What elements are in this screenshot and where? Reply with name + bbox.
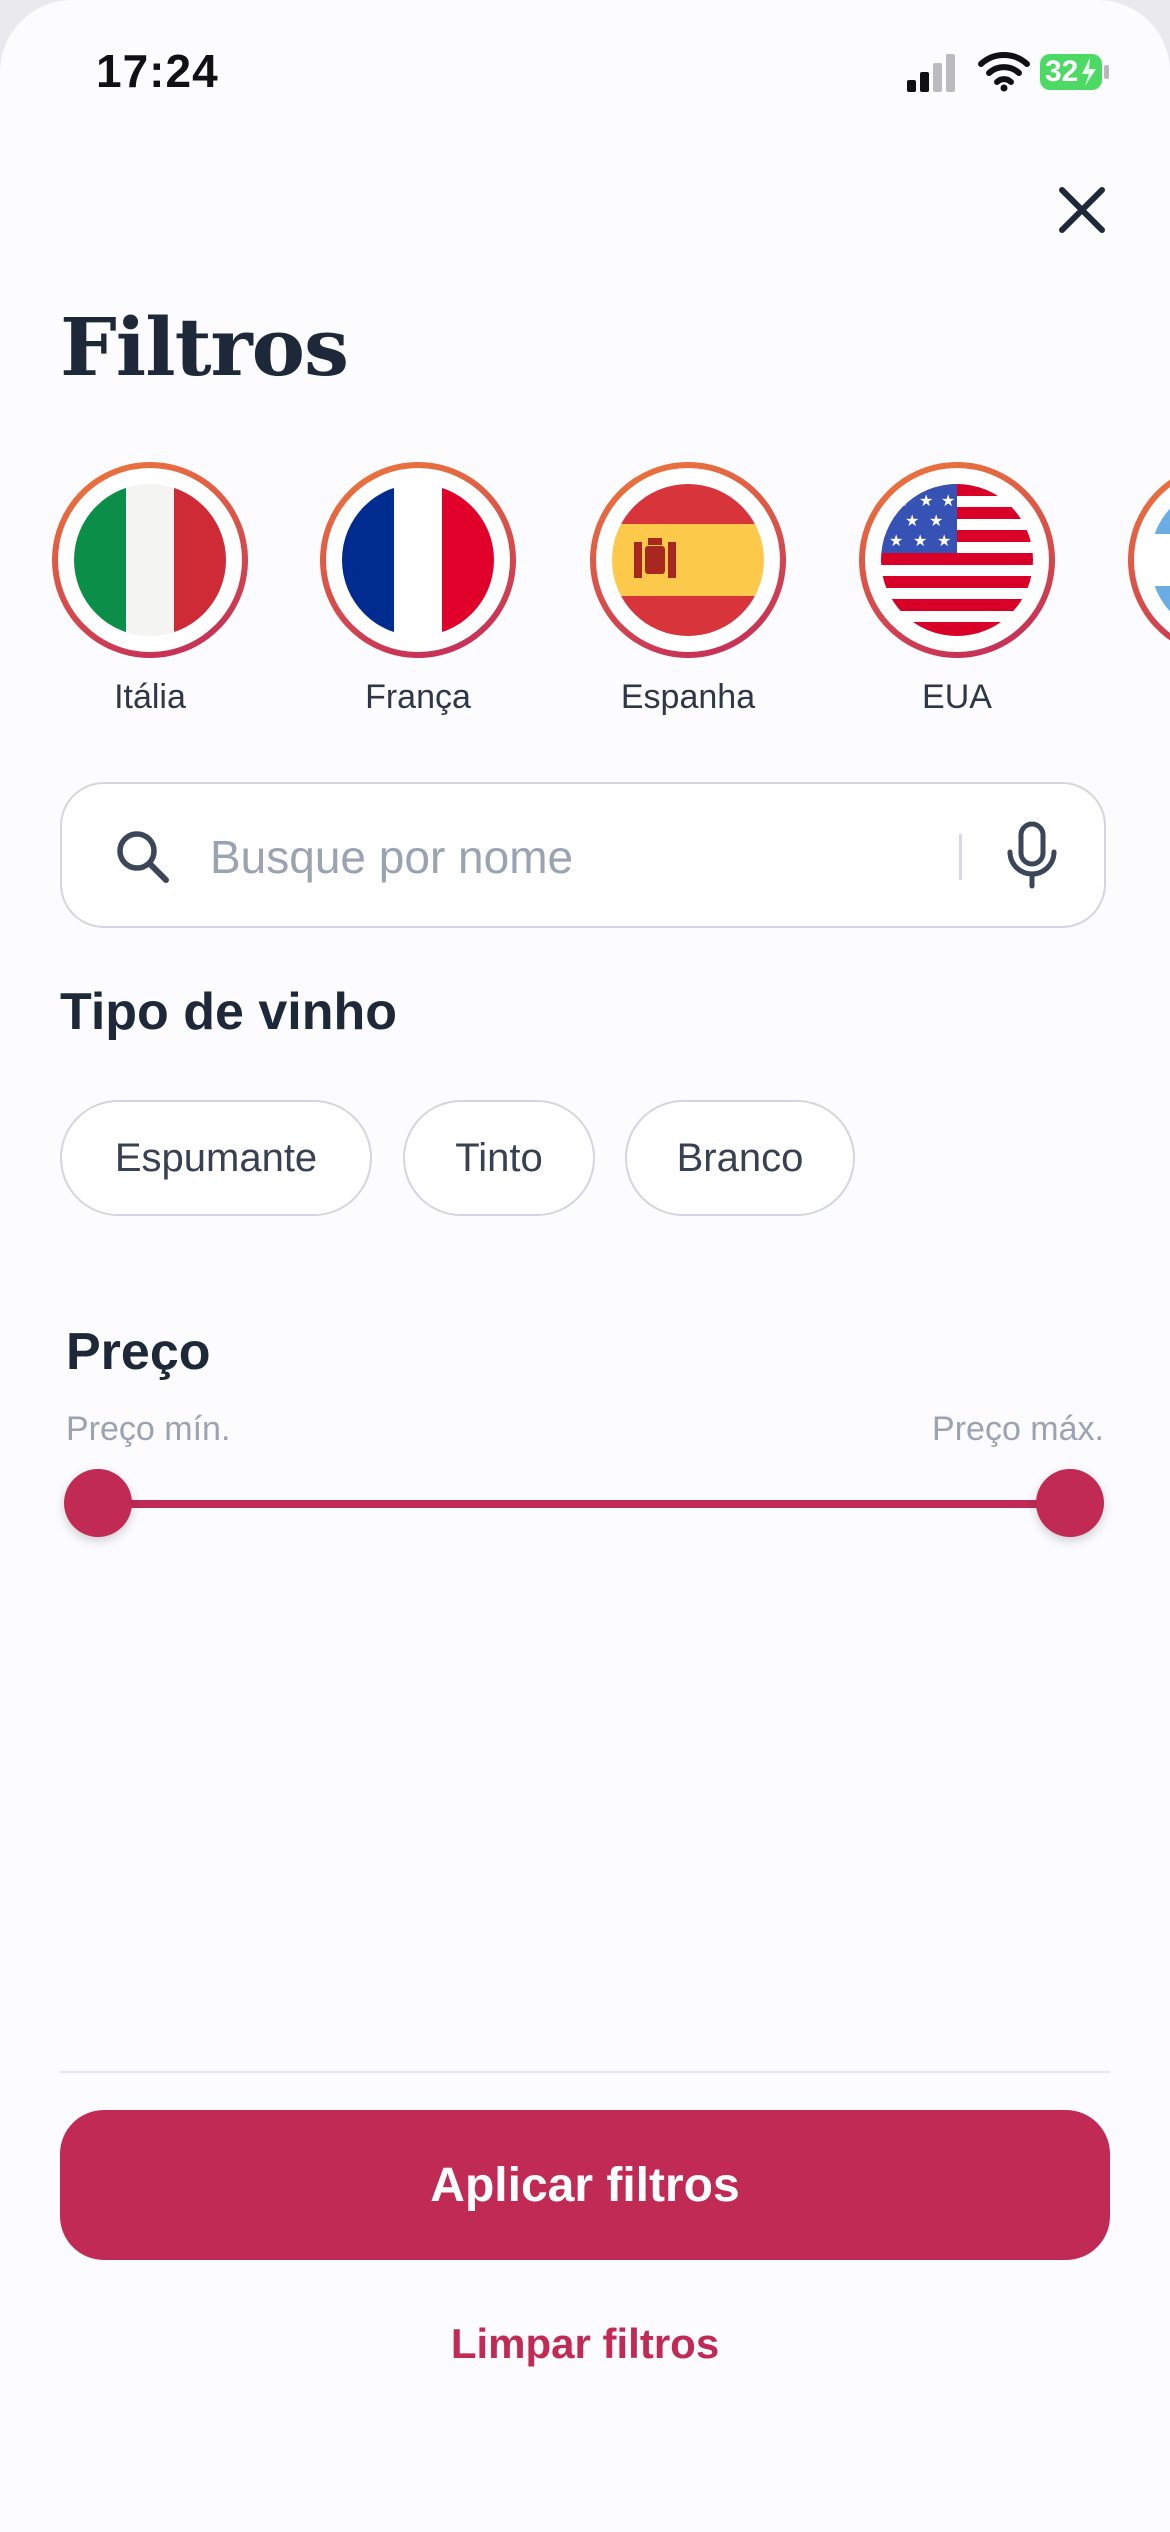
close-icon[interactable] [1052,180,1112,240]
country-label: França [365,678,471,716]
country-label: A [1126,678,1170,717]
footer-divider [60,2071,1110,2073]
price-min-label: Preço mín. [66,1410,231,1448]
country-label: EUA [922,678,992,716]
argentina-flag-icon [1150,484,1170,636]
status-time: 17:24 [96,45,219,97]
search-field[interactable] [60,782,1106,928]
country-item-spain[interactable]: Espanha [588,462,788,717]
filters-screen: 17:24 32 Filtros Itália França Espanha ★… [0,0,1170,2532]
svg-text:★: ★ [889,531,903,550]
search-input[interactable] [208,820,992,894]
country-carousel[interactable]: Itália França Espanha ★ ★ ★ ★ ★ ★ ★ ★ EU… [0,462,1170,732]
country-label: Itália [114,678,186,716]
price-max-label: Preço máx. [932,1410,1104,1448]
italy-flag-icon [74,484,226,636]
country-label: Espanha [620,678,756,716]
svg-text:★: ★ [919,491,933,510]
svg-text:★: ★ [937,531,951,550]
battery-level: 32 [1045,55,1079,88]
wine-type-title: Tipo de vinho [60,983,398,1041]
france-flag-icon [342,484,494,636]
chip-espumante[interactable]: Espumante [60,1100,372,1216]
price-max-handle[interactable] [1036,1469,1104,1537]
country-item-italy[interactable]: Itália [50,462,250,717]
price-min-handle[interactable] [64,1469,132,1537]
svg-text:★: ★ [905,511,919,530]
usa-flag-icon: ★ ★ ★ ★ ★ ★ ★ ★ [881,484,1033,636]
svg-text:★: ★ [929,511,943,530]
search-divider [959,834,962,880]
cellular-signal-icon [907,54,955,92]
search-icon [117,831,169,883]
apply-filters-button[interactable]: Aplicar filtros [60,2110,1110,2260]
price-slider-track[interactable] [98,1500,1070,1508]
country-item-usa[interactable]: ★ ★ ★ ★ ★ ★ ★ ★ EUA [857,462,1057,717]
country-item-france[interactable]: França [318,462,518,717]
page-title: Filtros [60,300,349,394]
battery-indicator: 32 [1040,52,1110,92]
price-title: Preço [66,1323,211,1381]
svg-text:★: ★ [913,531,927,550]
chip-tinto[interactable]: Tinto [403,1100,595,1216]
country-item-argentina[interactable]: A [1126,462,1170,717]
clear-filters-link[interactable]: Limpar filtros [0,2320,1170,2368]
svg-text:★: ★ [895,491,909,510]
chip-branco[interactable]: Branco [625,1100,855,1216]
microphone-icon[interactable] [1002,820,1062,892]
wifi-icon [978,52,1030,92]
svg-text:★: ★ [941,491,955,510]
spain-flag-icon [612,484,764,636]
